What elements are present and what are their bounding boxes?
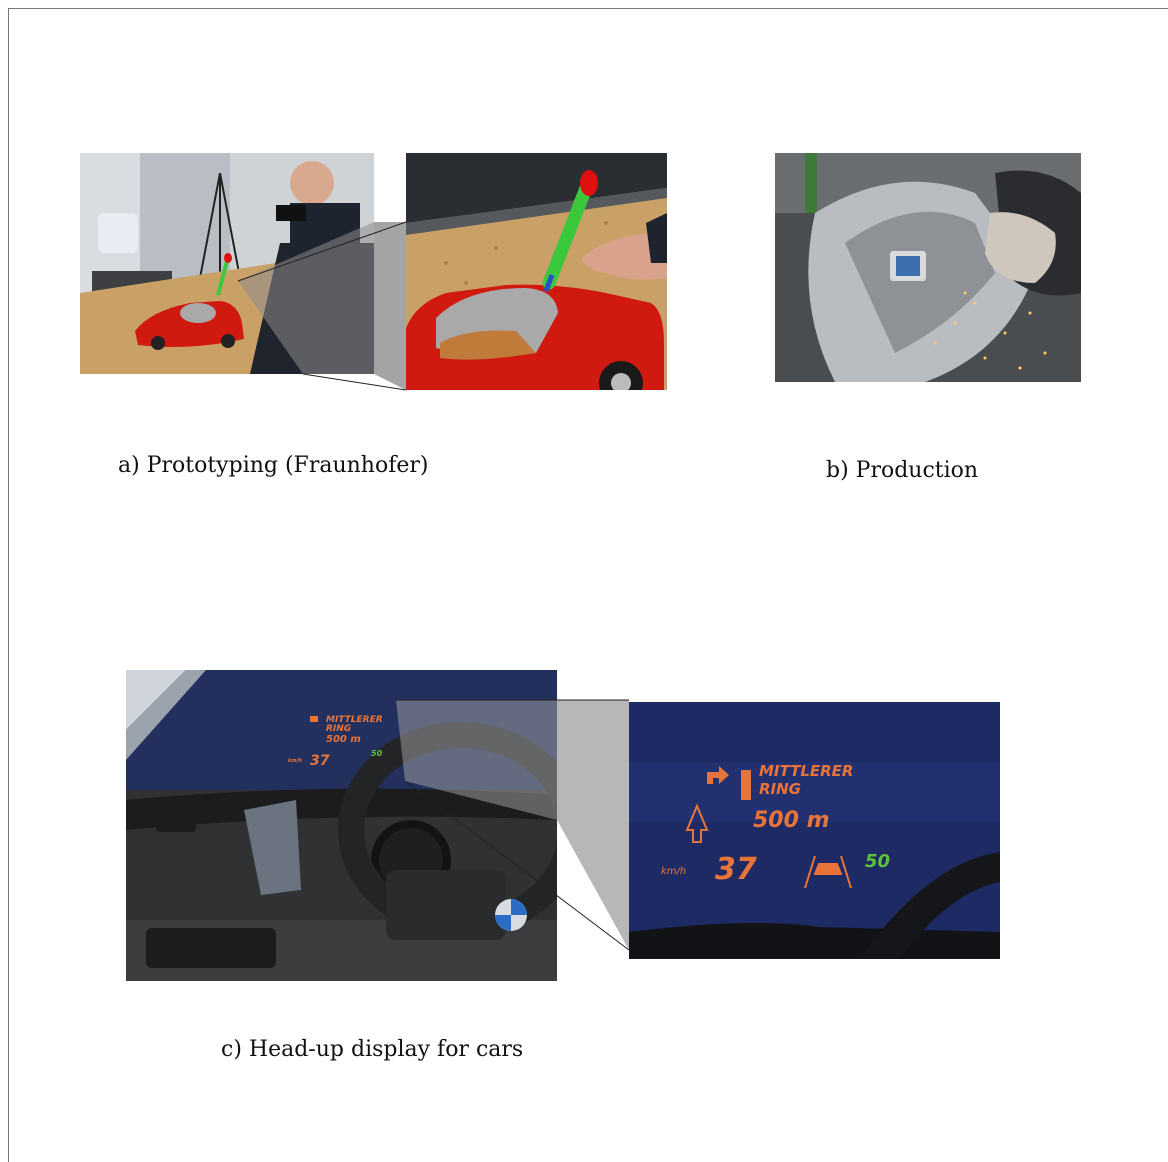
caption-head-up-display: c) Head-up display for cars bbox=[221, 1037, 524, 1062]
page-border-top bbox=[8, 8, 1168, 9]
production-photo bbox=[775, 153, 1081, 382]
prototyping-photo bbox=[80, 153, 374, 374]
svg-text:500 m: 500 m bbox=[326, 734, 361, 745]
page-border-left bbox=[8, 8, 9, 1162]
hud-zoom-photo: MITTLERER RING 500 m km/h 37 50 bbox=[629, 702, 1000, 959]
hud-speed: 37 bbox=[715, 852, 757, 887]
svg-text:RING: RING bbox=[326, 724, 351, 734]
hud-distance: 500 m bbox=[753, 808, 830, 833]
svg-text:37: 37 bbox=[310, 753, 330, 769]
hud-street-line2: RING bbox=[759, 780, 801, 798]
caption-prototyping: a) Prototyping (Fraunhofer) bbox=[118, 453, 429, 478]
svg-text:km/h: km/h bbox=[288, 758, 302, 764]
prototyping-zoom-photo bbox=[406, 153, 667, 390]
hud-street-line1: MITTLERER bbox=[759, 762, 854, 780]
hud-speed-unit: km/h bbox=[661, 866, 687, 877]
caption-production: b) Production bbox=[826, 458, 979, 483]
hud-speed-limit: 50 bbox=[865, 851, 891, 872]
svg-text:50: 50 bbox=[371, 749, 383, 758]
dashboard-photo: MITTLERER RING 500 m km/h 37 50 bbox=[126, 670, 557, 981]
